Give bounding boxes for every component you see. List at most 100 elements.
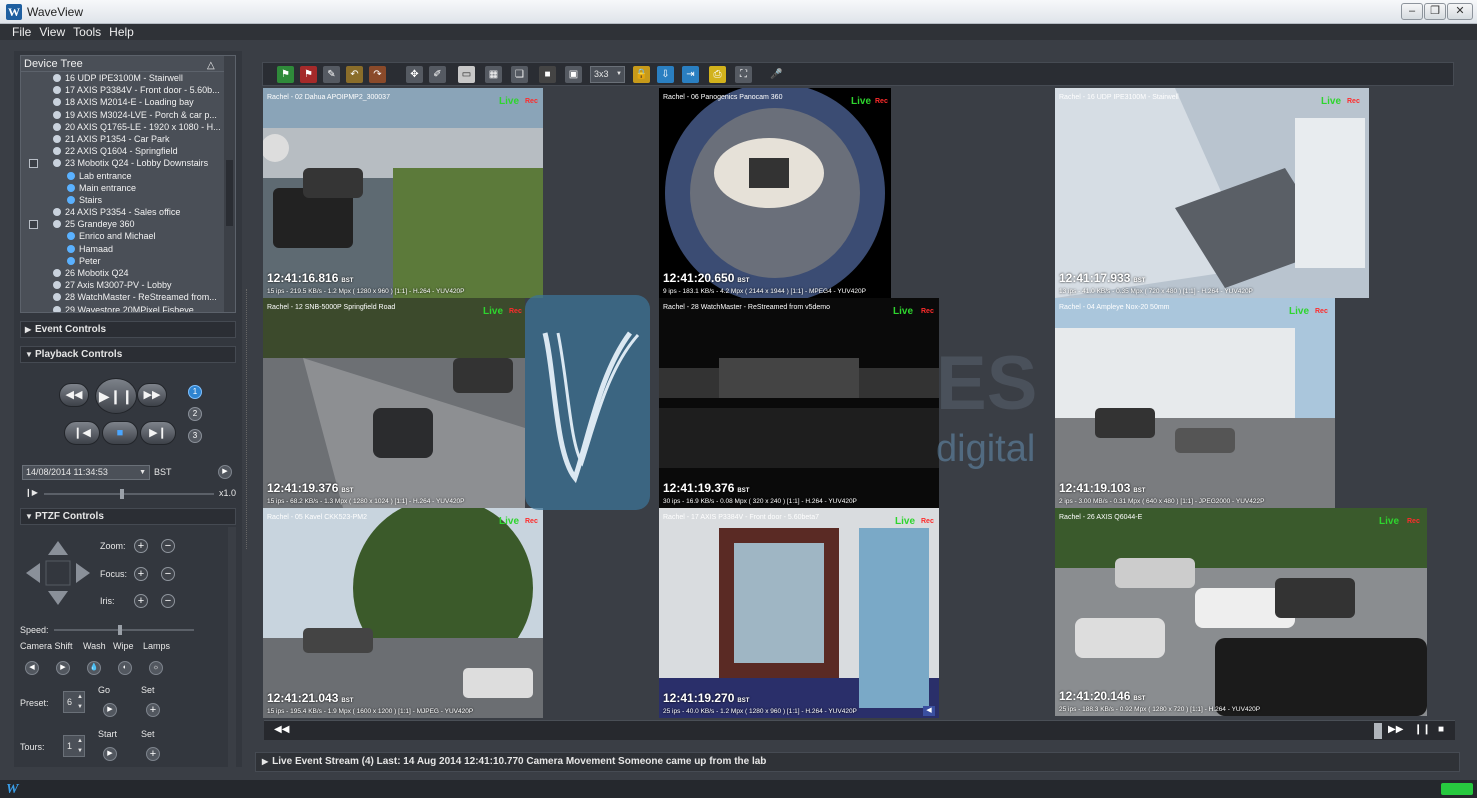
ptzf-controls-section[interactable]: ▼ PTZF Controls: [20, 508, 236, 525]
focus-out-button[interactable]: −: [161, 567, 175, 581]
tree-stream-item[interactable]: Stairs: [21, 194, 235, 206]
notes-icon[interactable]: ✐: [429, 66, 446, 83]
play-pause-button[interactable]: ▶❙❙: [95, 378, 137, 414]
edit-flag-icon[interactable]: ✎: [323, 66, 340, 83]
expand-arrow-icon[interactable]: ▶: [262, 757, 268, 766]
ptzf-scrollbar[interactable]: [228, 527, 236, 767]
ptz-speed-thumb[interactable]: [118, 625, 122, 635]
close-button[interactable]: ✕: [1447, 3, 1473, 20]
camera-tile[interactable]: Rachel - 12 SNB-5000P Springfield Road L…: [263, 298, 525, 508]
splitter[interactable]: [246, 289, 250, 549]
preset-set-button[interactable]: +: [146, 703, 160, 717]
green-flag-icon[interactable]: ⚑: [277, 66, 294, 83]
timeline-stop-button[interactable]: ■: [1438, 724, 1444, 735]
lamps-button[interactable]: ☼: [149, 661, 163, 675]
menu-file[interactable]: File: [8, 24, 35, 40]
layout-select[interactable]: 3x3 ▼: [590, 66, 625, 83]
camera-tile[interactable]: Rachel - 17 AXIS P3384V - Front door - 5…: [659, 508, 939, 718]
zoom-in-button[interactable]: +: [134, 539, 148, 553]
tree-camera-item[interactable]: 29 Wavestore 20MPixel Fisheye: [21, 304, 235, 312]
scrollbar-thumb[interactable]: [226, 160, 233, 226]
stepper-arrows-icon[interactable]: ▲ ▼: [77, 692, 83, 712]
playback-controls-section[interactable]: ▼ Playback Controls: [20, 346, 236, 363]
iris-open-button[interactable]: +: [134, 594, 148, 608]
playback-speed-slider[interactable]: [44, 489, 214, 499]
tree-camera-item[interactable]: 25 Grandeye 360: [21, 218, 235, 230]
dropdown-arrow-icon[interactable]: ▼: [616, 67, 622, 82]
fast-forward-button[interactable]: ▶▶: [137, 383, 167, 407]
menu-help[interactable]: Help: [105, 24, 138, 40]
tree-stream-item[interactable]: Main entrance: [21, 182, 235, 194]
speed-2-indicator[interactable]: 2: [188, 407, 202, 421]
timeline-rewind-button[interactable]: ◀◀: [274, 724, 289, 735]
wipe-button[interactable]: ◐: [118, 661, 132, 675]
timeline-pause-button[interactable]: ❙❙: [1414, 724, 1431, 735]
tree-camera-item[interactable]: 21 AXIS P1354 - Car Park: [21, 133, 235, 145]
minimize-button[interactable]: –: [1401, 3, 1423, 20]
audio-icon[interactable]: ◀: [923, 706, 935, 716]
camera-shift-right-button[interactable]: ▶: [56, 661, 70, 675]
event-stream-bar[interactable]: ▶ Live Event Stream (4) Last: 14 Aug 2014…: [255, 752, 1460, 772]
menu-view[interactable]: View: [35, 24, 69, 40]
tree-stream-item[interactable]: Hamaad: [21, 243, 235, 255]
snapshot-icon[interactable]: ⎙: [709, 66, 726, 83]
copy-icon[interactable]: ❏: [511, 66, 528, 83]
zoom-out-button[interactable]: −: [161, 539, 175, 553]
preset-go-button[interactable]: ▶: [103, 703, 117, 717]
stop-button[interactable]: ■: [102, 421, 138, 445]
tour-set-button[interactable]: +: [146, 747, 160, 761]
tree-camera-item[interactable]: 26 Mobotix Q24: [21, 267, 235, 279]
timeline-forward-button[interactable]: ▶▶: [1388, 724, 1403, 735]
camera-tile[interactable]: Rachel - 04 Ampleye Nox-20 50mm Live Rec…: [1055, 298, 1335, 508]
prev-flag-icon[interactable]: ↶: [346, 66, 363, 83]
export-icon[interactable]: ⇥: [682, 66, 699, 83]
go-to-time-button[interactable]: ▶: [218, 465, 232, 479]
menu-tools[interactable]: Tools: [69, 24, 105, 40]
step-forward-button[interactable]: ▶❙: [140, 421, 176, 445]
import-icon[interactable]: ⇩: [657, 66, 674, 83]
tree-camera-item[interactable]: 28 WatchMaster - ReStreamed from...: [21, 291, 235, 303]
camera-tile[interactable]: Rachel - 28 WatchMaster - ReStreamed fro…: [659, 298, 939, 508]
device-tree-header[interactable]: Device Tree △: [21, 56, 235, 72]
single-view-icon[interactable]: ▭: [458, 66, 475, 83]
dropdown-arrow-icon[interactable]: ▼: [139, 466, 146, 479]
next-flag-icon[interactable]: ↷: [369, 66, 386, 83]
tree-stream-item[interactable]: Lab entrance: [21, 170, 235, 182]
wash-button[interactable]: 💧: [87, 661, 101, 675]
save-icon[interactable]: ▣: [565, 66, 582, 83]
microphone-icon[interactable]: 🎤: [768, 66, 785, 83]
speed-1-indicator[interactable]: 1: [188, 385, 202, 399]
tree-camera-item[interactable]: 19 AXIS M3024-LVE - Porch & car p...: [21, 109, 235, 121]
tree-stream-item[interactable]: Enrico and Michael: [21, 230, 235, 242]
maximize-button[interactable]: ❐: [1424, 3, 1446, 20]
tree-camera-item[interactable]: 27 Axis M3007-PV - Lobby: [21, 279, 235, 291]
ptz-direction-pad[interactable]: [24, 539, 92, 607]
tree-camera-item[interactable]: 23 Mobotix Q24 - Lobby Downstairs: [21, 157, 235, 169]
stepper-arrows-icon[interactable]: ▲ ▼: [77, 736, 83, 756]
calendar-icon[interactable]: ▦: [485, 66, 502, 83]
camera-tile[interactable]: Rachel - 02 Dahua APOIPMP2_300037 Live R…: [263, 88, 543, 298]
iris-close-button[interactable]: −: [161, 594, 175, 608]
tree-camera-item[interactable]: 18 AXIS M2014-E - Loading bay: [21, 96, 235, 108]
camera-tile[interactable]: Rachel - 05 Kavel CKK523-PM2 Live Rec 12…: [263, 508, 543, 718]
tree-camera-item[interactable]: 16 UDP IPE3100M - Stairwell: [21, 72, 235, 84]
preset-stepper[interactable]: 6 ▲ ▼: [63, 691, 85, 713]
camera-tile[interactable]: Rachel - 16 UDP IPE3100M - Stairwell Liv…: [1055, 88, 1369, 298]
tree-camera-item[interactable]: 22 AXIS Q1604 - Springfield: [21, 145, 235, 157]
tree-camera-item[interactable]: 20 AXIS Q1765-LE - 1920 x 1080 - H...: [21, 121, 235, 133]
ptz-icon[interactable]: ✥: [406, 66, 423, 83]
red-flag-icon[interactable]: ⚑: [300, 66, 317, 83]
tour-start-button[interactable]: ▶: [103, 747, 117, 761]
stop-record-icon[interactable]: ■: [539, 66, 556, 83]
camera-shift-left-button[interactable]: ◀: [25, 661, 39, 675]
camera-tile-selected[interactable]: Rachel - 26 AXIS Q6044-E Live Rec 12:41:…: [1055, 508, 1427, 716]
tree-stream-item[interactable]: Peter: [21, 255, 235, 267]
timeline-cursor[interactable]: [1374, 723, 1382, 739]
tours-stepper[interactable]: 1 ▲ ▼: [63, 735, 85, 757]
tree-camera-item[interactable]: 17 AXIS P3384V - Front door - 5.60b...: [21, 84, 235, 96]
datetime-picker[interactable]: 14/08/2014 11:34:53 ▼: [22, 465, 150, 480]
ptz-speed-slider[interactable]: [54, 625, 194, 635]
lock-icon[interactable]: 🔒: [633, 66, 650, 83]
rewind-button[interactable]: ◀◀: [59, 383, 89, 407]
fullscreen-icon[interactable]: ⛶: [735, 66, 752, 83]
